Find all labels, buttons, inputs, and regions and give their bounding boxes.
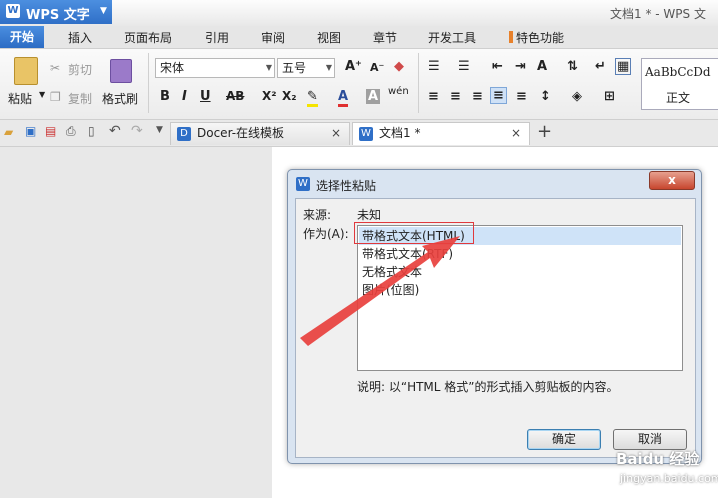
watermark-url: jingyan.baidu.com <box>620 472 718 485</box>
annotation-arrow <box>300 236 460 346</box>
watermark-logo: Baidu 经验 <box>616 450 700 468</box>
